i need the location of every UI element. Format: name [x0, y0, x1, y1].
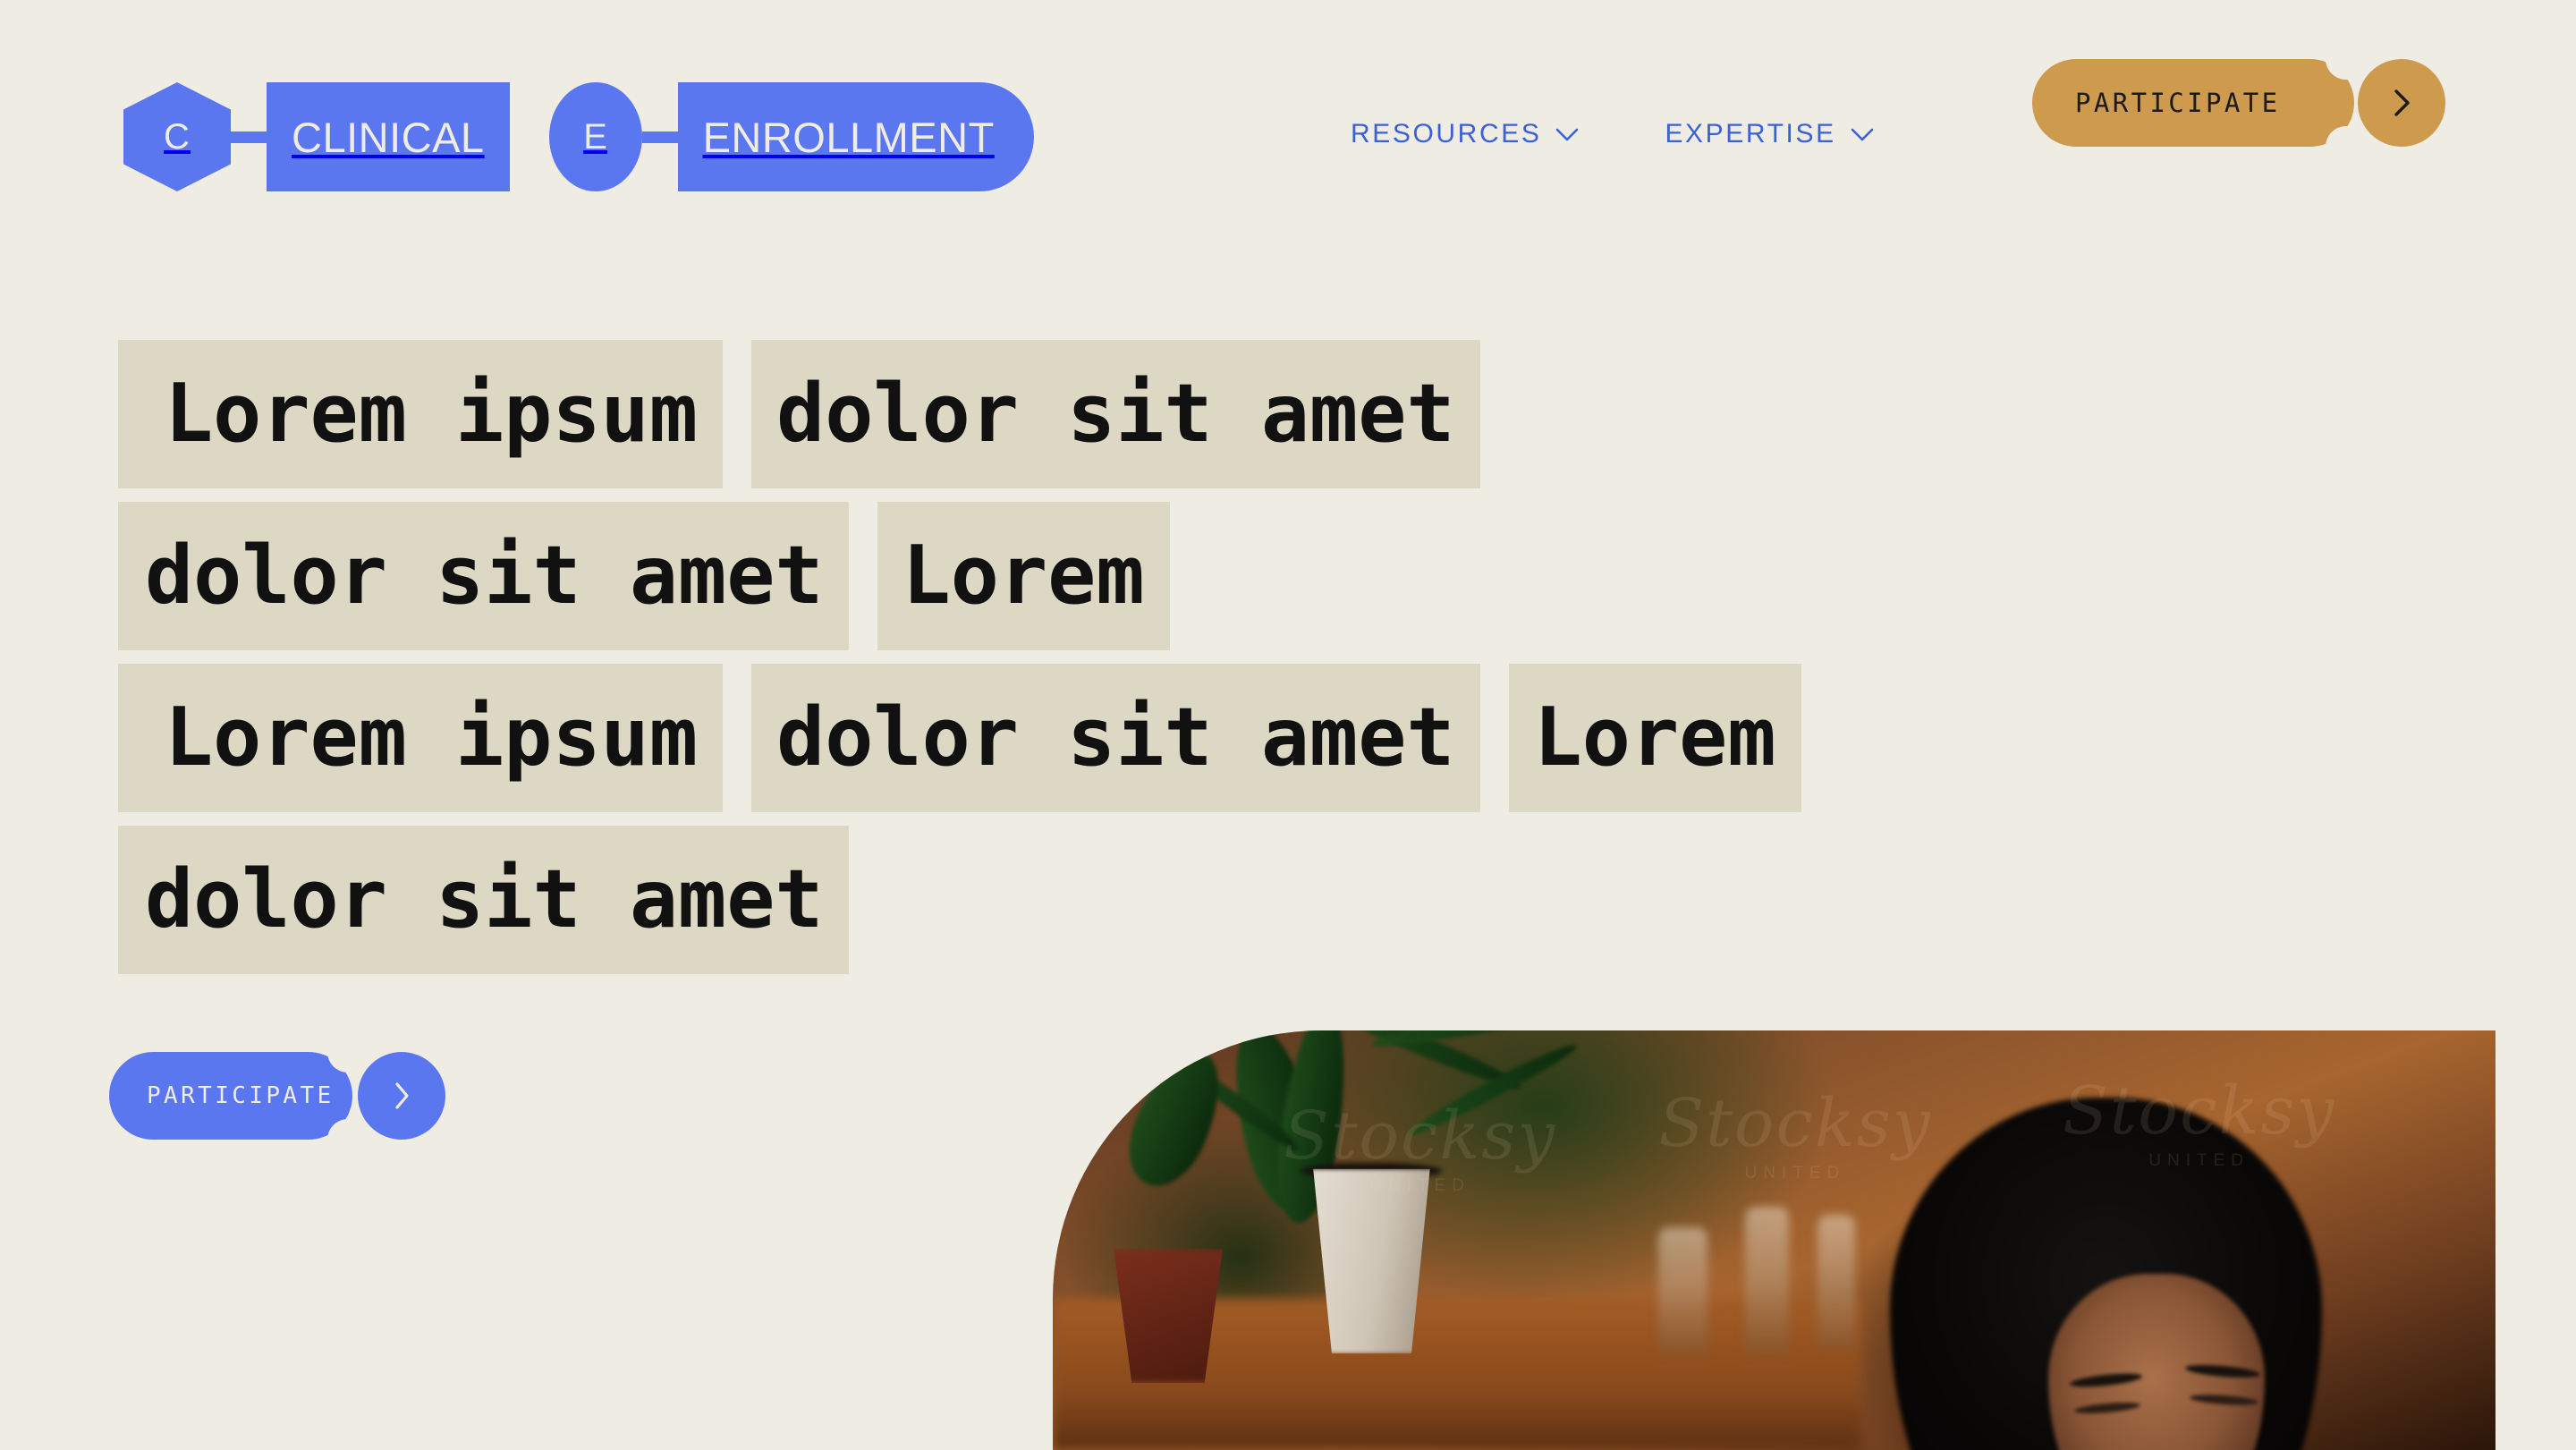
nav-item-resources[interactable]: RESOURCES: [1351, 119, 1579, 149]
heading-chunk: Lorem: [877, 502, 1170, 650]
nav-item-label: EXPERTISE: [1665, 119, 1836, 148]
chevron-right-icon: [2394, 89, 2410, 116]
photo-bottle: [1745, 1206, 1789, 1354]
heading-chunk: Lorem ipsum: [118, 340, 724, 488]
photo-bottle: [1658, 1227, 1708, 1354]
site-header: C CLINICAL E ENROLLMENT RESOURCES EXPERT…: [0, 0, 2576, 206]
heading-chunk: Lorem ipsum: [118, 664, 724, 812]
chevron-down-icon: [1556, 128, 1579, 140]
header-participate-label: PARTICIPATE: [2032, 59, 2354, 147]
hero-participate-label: PARTICIPATE: [109, 1052, 352, 1140]
watermark-sub: UNITED: [1744, 1163, 1846, 1183]
logo-word-enrollment: E ENROLLMENT: [548, 82, 1034, 191]
site-logo[interactable]: C CLINICAL E ENROLLMENT: [123, 82, 1034, 191]
photo-watermark: Stocksy UNITED: [1658, 1085, 1931, 1183]
photo-plant-leaf: [1113, 1039, 1238, 1199]
logo-badge-e: E: [548, 82, 642, 191]
chevron-right-icon: [395, 1082, 409, 1109]
header-participate-arrow[interactable]: [2358, 59, 2445, 147]
heading-row: dolor sit amet: [0, 826, 2236, 974]
logo-badge-c: C: [123, 82, 231, 191]
heading-chunk: dolor sit amet: [751, 340, 1480, 488]
logo-word-clinical: C CLINICAL: [123, 82, 510, 191]
hero-participate-arrow[interactable]: [358, 1052, 445, 1140]
hero-heading: Lorem ipsum dolor sit amet dolor sit ame…: [0, 340, 2236, 988]
heading-row: dolor sit amet Lorem: [0, 502, 2236, 650]
heading-chunk: Lorem: [1508, 664, 1801, 812]
logo-label-clinical: CLINICAL: [267, 82, 510, 191]
heading-chunk: dolor sit amet: [118, 826, 849, 974]
main-nav: RESOURCES EXPERTISE: [1351, 119, 1874, 149]
heading-row: Lorem ipsum dolor sit amet Lorem: [0, 664, 2236, 812]
heading-row: Lorem ipsum dolor sit amet: [0, 340, 2236, 488]
logo-label-enrollment: ENROLLMENT: [677, 82, 1034, 191]
heading-chunk: dolor sit amet: [751, 664, 1480, 812]
logo-connector: [231, 131, 267, 143]
chevron-down-icon: [1851, 128, 1873, 140]
hero-image: Stocksy UNITED Stocksy UNITED Stocksy UN…: [1053, 1030, 2496, 1450]
heading-chunk: dolor sit amet: [118, 502, 849, 650]
hero-photo: Stocksy UNITED Stocksy UNITED Stocksy UN…: [1053, 1030, 2496, 1450]
photo-woman-face: [2047, 1274, 2265, 1450]
nav-item-expertise[interactable]: EXPERTISE: [1665, 119, 1873, 149]
nav-item-label: RESOURCES: [1351, 119, 1542, 148]
watermark-script: Stocksy: [1658, 1084, 1932, 1162]
logo-connector: [641, 131, 678, 143]
photo-bottle: [1817, 1215, 1855, 1350]
